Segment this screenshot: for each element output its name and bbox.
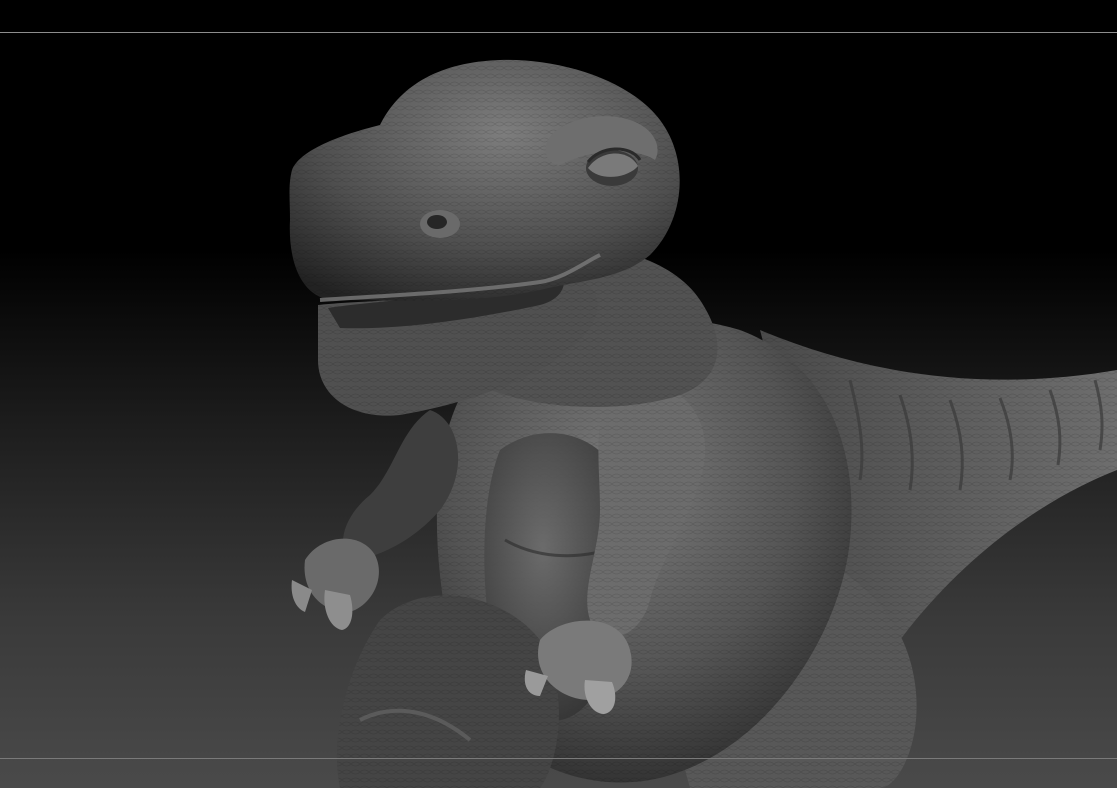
nostril-icon: [420, 210, 460, 238]
3d-viewport[interactable]: [0, 0, 1117, 788]
dinosaur-model[interactable]: [0, 0, 1117, 788]
viewport-frame-bottom-line: [0, 758, 1117, 759]
